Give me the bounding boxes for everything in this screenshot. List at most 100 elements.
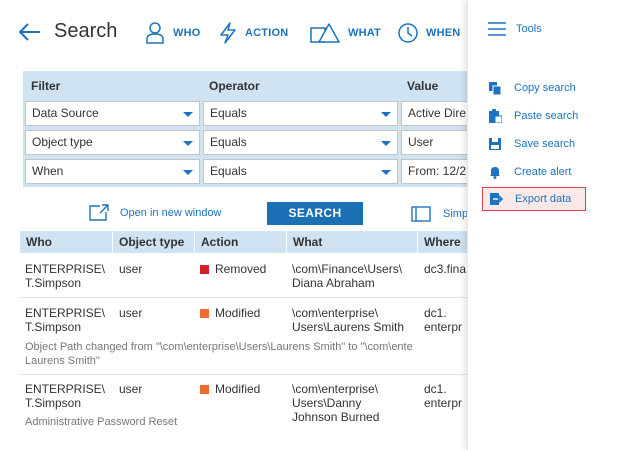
create-alert-item[interactable]: Create alert: [482, 160, 586, 184]
who-domain: ENTERPRISE\: [25, 306, 106, 320]
what-path: \com\Finance\Users\: [292, 262, 403, 276]
filter-select[interactable]: Object type: [25, 130, 200, 155]
save-search-item[interactable]: Save search: [482, 132, 586, 156]
export-icon: [490, 193, 503, 205]
what-path: \com\enterprise\: [292, 382, 379, 396]
status-square-icon: [200, 264, 209, 274]
simple-mode-label: Simp: [443, 208, 468, 220]
action-status: Modified: [200, 382, 260, 396]
chevron-down-icon: [183, 112, 193, 117]
where-host: dc1.: [424, 382, 447, 396]
tools-title: Tools: [516, 23, 542, 35]
where-host: dc1.: [424, 306, 447, 320]
nav-what[interactable]: WHAT: [310, 18, 381, 48]
action-label: Modified: [215, 306, 261, 320]
person-icon: [146, 22, 164, 44]
alert-bell-icon: [490, 167, 500, 179]
status-square-icon: [200, 384, 209, 394]
row-detail-text: Object Path changed from "\com\enterpris…: [25, 341, 413, 353]
row-detail-text: Laurens Smith": [25, 355, 100, 367]
action-status: Modified: [200, 306, 260, 320]
status-square-icon: [200, 308, 209, 318]
panel-icon: [411, 206, 431, 222]
create-alert-label: Create alert: [514, 166, 572, 178]
operator-select[interactable]: Equals: [203, 101, 398, 126]
col-action-header[interactable]: Action: [195, 231, 286, 253]
triangle-square-icon: [310, 23, 340, 43]
col-object-type-header[interactable]: Object type: [113, 231, 194, 253]
lightning-icon: [220, 22, 236, 44]
nav-action[interactable]: ACTION: [219, 18, 288, 48]
paste-search-item[interactable]: Paste search: [482, 104, 586, 128]
export-data-label: Export data: [515, 193, 572, 205]
who-domain: ENTERPRISE\: [25, 382, 106, 396]
nav-what-label: WHAT: [348, 27, 381, 39]
action-label: Modified: [215, 382, 261, 396]
operator-select-value: Equals: [210, 164, 247, 178]
export-data-item[interactable]: Export data: [482, 187, 586, 211]
value-field-text: From: 12/2: [408, 164, 467, 178]
chevron-down-icon: [381, 170, 391, 175]
action-status: Removed: [200, 262, 266, 276]
value-field[interactable]: User: [401, 130, 468, 155]
who-user: T.Simpson: [25, 320, 82, 334]
copy-search-item[interactable]: Copy search: [482, 76, 586, 100]
search-button[interactable]: SEARCH: [267, 202, 363, 225]
row-detail-text: Administrative Password Reset: [25, 416, 178, 428]
where-host: dc3.fina: [424, 262, 467, 276]
chevron-down-icon: [381, 112, 391, 117]
copy-icon: [489, 82, 502, 95]
tools-menu-toggle[interactable]: Tools: [488, 22, 542, 36]
nav-when-label: WHEN: [426, 27, 461, 39]
external-window-icon: [89, 204, 109, 221]
filter-select-value: When: [32, 164, 64, 178]
value-field[interactable]: Active Dire: [401, 101, 468, 126]
filter-select-value: Data Source: [32, 106, 99, 120]
page-title: Search: [54, 20, 118, 42]
filter-header: Filter: [31, 79, 61, 93]
value-field-text: User: [408, 135, 434, 149]
operator-header: Operator: [209, 79, 260, 93]
row-divider: [20, 374, 468, 375]
open-in-new-window-label: Open in new window: [120, 207, 222, 219]
object-type: user: [119, 382, 143, 396]
operator-select[interactable]: Equals: [203, 159, 398, 184]
operator-select-value: Equals: [210, 135, 247, 149]
hamburger-icon: [488, 22, 506, 36]
paste-icon: [489, 109, 502, 123]
tools-panel: Tools Copy search Paste search Save sear…: [467, 0, 640, 450]
save-search-label: Save search: [514, 138, 576, 150]
what-name: Diana Abraham: [292, 276, 375, 290]
col-who-header[interactable]: Who: [20, 231, 112, 253]
filter-select-value: Object type: [32, 135, 93, 149]
object-type: user: [119, 262, 143, 276]
search-main-area: Search WHO ACTION WHAT WHEN Filter Opera…: [0, 0, 468, 450]
simple-mode-link[interactable]: Simp: [411, 206, 468, 222]
chevron-down-icon: [183, 141, 193, 146]
col-what-header[interactable]: What: [287, 231, 417, 253]
col-where-header[interactable]: Where: [418, 231, 468, 253]
value-field-text: Active Dire: [408, 106, 467, 120]
what-name: Users\Danny: [292, 396, 362, 410]
operator-select[interactable]: Equals: [203, 130, 398, 155]
back-arrow-icon[interactable]: [18, 20, 42, 44]
what-path: \com\enterprise\: [292, 306, 379, 320]
object-type: user: [119, 306, 143, 320]
filter-select[interactable]: When: [25, 159, 200, 184]
nav-action-label: ACTION: [245, 27, 289, 39]
where-domain: enterpr: [424, 320, 463, 334]
save-disk-icon: [489, 138, 501, 150]
operator-select-value: Equals: [210, 106, 247, 120]
row-divider: [20, 297, 468, 298]
filter-select[interactable]: Data Source: [25, 101, 200, 126]
chevron-down-icon: [381, 141, 391, 146]
who-domain: ENTERPRISE\: [25, 262, 106, 276]
what-name: Users\Laurens Smith: [292, 320, 405, 334]
who-user: T.Simpson: [25, 276, 82, 290]
nav-when[interactable]: WHEN: [398, 18, 460, 48]
copy-search-label: Copy search: [514, 82, 576, 94]
open-in-new-window-link[interactable]: Open in new window: [88, 204, 222, 222]
nav-who[interactable]: WHO: [145, 18, 200, 48]
value-field[interactable]: From: 12/2: [401, 159, 468, 184]
action-label: Removed: [215, 262, 267, 276]
